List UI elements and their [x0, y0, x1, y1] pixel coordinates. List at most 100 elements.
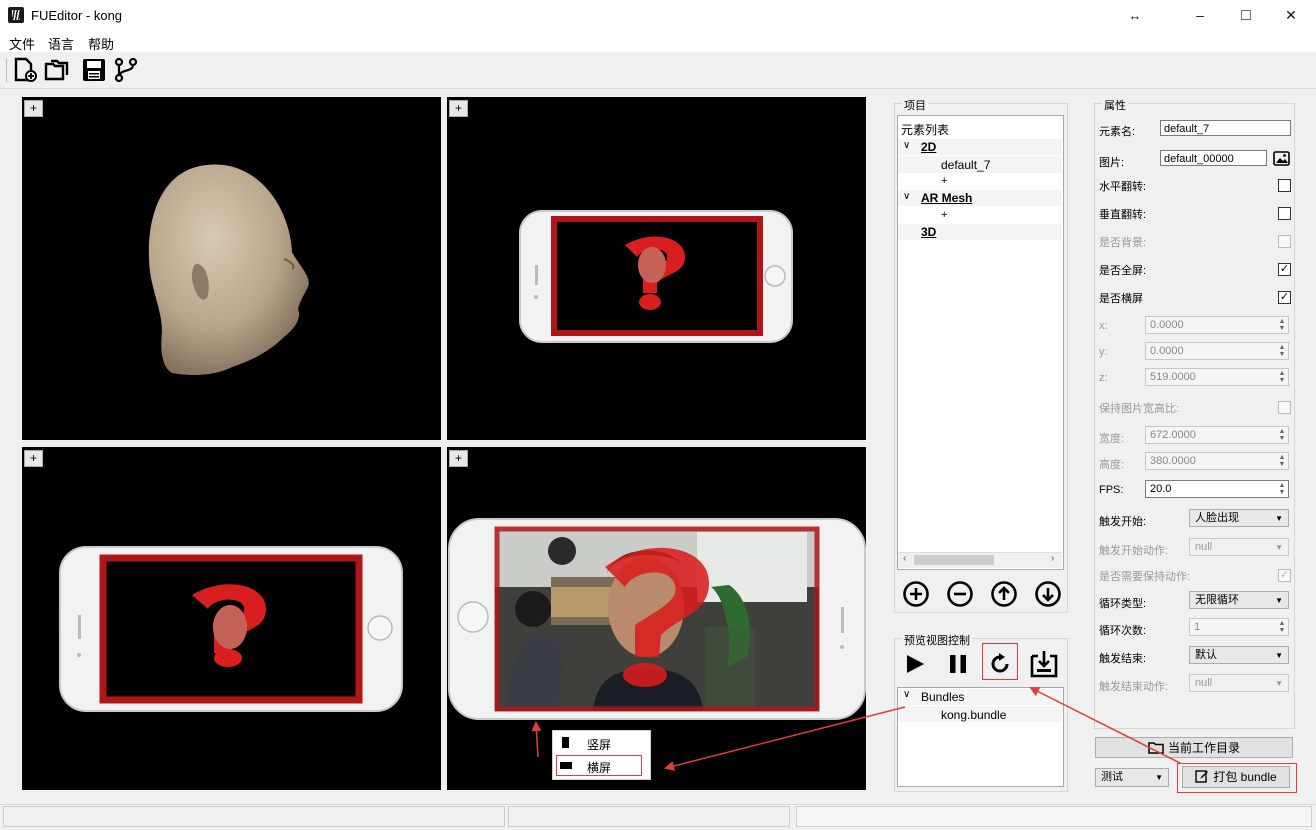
need-keep-action-checkbox[interactable]: ✓ — [1278, 569, 1291, 582]
is-background-label: 是否背景: — [1099, 237, 1147, 249]
fps-value: 20.0 — [1150, 483, 1172, 495]
head-model-3d — [148, 164, 309, 375]
dropdown-arrow-icon: ▼ — [1275, 679, 1283, 688]
annotation-pack-box — [1177, 763, 1297, 793]
dropdown-arrow-icon: ▼ — [1275, 596, 1283, 605]
z-value: 519.0000 — [1150, 371, 1196, 383]
hflip-checkbox[interactable] — [1278, 179, 1291, 192]
workdir-button[interactable]: 当前工作目录 — [1095, 737, 1293, 758]
y-spinbox[interactable]: 0.0000 ▲ ▼ — [1145, 342, 1289, 360]
close-button[interactable]: ✕ — [1268, 0, 1314, 31]
loop-type-label: 循环类型: — [1099, 598, 1147, 610]
spin-arrows-icon[interactable]: ▲ ▼ — [1277, 318, 1287, 332]
fps-label: FPS: — [1099, 484, 1124, 496]
spin-arrows-icon[interactable]: ▲ ▼ — [1277, 482, 1287, 496]
menu-language[interactable]: 语言 — [48, 34, 74, 53]
branch-icon[interactable] — [112, 56, 140, 84]
spin-arrows-icon[interactable]: ▲ ▼ — [1277, 344, 1287, 358]
trigger-end-action-value: null — [1195, 677, 1213, 689]
viewport-add-button[interactable]: + — [449, 100, 468, 117]
trigger-start-select[interactable]: 人脸出现 ▼ — [1189, 509, 1289, 527]
status-segment — [3, 806, 505, 827]
trigger-end-action-select[interactable]: null ▼ — [1189, 674, 1289, 692]
minimize-button[interactable]: – — [1177, 0, 1223, 31]
is-landscape-checkbox[interactable]: ✓ — [1278, 291, 1291, 304]
play-icon[interactable] — [903, 652, 927, 676]
keep-ratio-checkbox[interactable] — [1278, 401, 1291, 414]
move-down-icon[interactable] — [1034, 580, 1062, 608]
scrollbar-thumb[interactable] — [914, 555, 994, 565]
image-picker-icon[interactable] — [1273, 150, 1290, 167]
bundle-item[interactable]: kong.bundle — [941, 708, 1006, 722]
loop-count-spinbox[interactable]: 1 ▲ ▼ — [1189, 618, 1289, 636]
tree-group-ar-mesh[interactable]: AR Mesh — [921, 191, 972, 205]
mode-select[interactable]: 测试 ▼ — [1095, 768, 1169, 787]
toolbar-grip — [6, 58, 7, 82]
bundles-header[interactable]: Bundles — [921, 690, 964, 704]
loop-type-select[interactable]: 无限循环 ▼ — [1189, 591, 1289, 609]
dropdown-arrow-icon: ▼ — [1275, 651, 1283, 660]
new-file-icon[interactable] — [11, 56, 39, 84]
trigger-start-action-label: 触发开始动作: — [1099, 545, 1169, 557]
scroll-right-icon[interactable]: › — [1051, 553, 1054, 564]
pause-icon[interactable] — [946, 652, 970, 676]
spin-arrows-icon[interactable]: ▲ ▼ — [1277, 454, 1287, 468]
move-up-icon[interactable] — [990, 580, 1018, 608]
viewport-top-right[interactable] — [447, 97, 866, 440]
height-spinbox[interactable]: 380.0000 ▲ ▼ — [1145, 452, 1289, 470]
expand-arrow-icon[interactable]: ∨ — [903, 191, 910, 202]
is-background-checkbox[interactable] — [1278, 235, 1291, 248]
viewport-bottom-left[interactable] — [22, 447, 441, 790]
trigger-start-value: 人脸出现 — [1195, 512, 1239, 524]
expand-arrow-icon[interactable]: ∨ — [903, 140, 910, 151]
remove-circle-icon[interactable] — [946, 580, 974, 608]
expand-arrow-icon[interactable]: ∨ — [903, 689, 910, 700]
export-icon[interactable] — [1028, 648, 1060, 680]
height-label: 高度: — [1099, 459, 1125, 471]
trigger-end-select[interactable]: 默认 ▼ — [1189, 646, 1289, 664]
scroll-left-icon[interactable]: ‹ — [903, 553, 906, 564]
save-icon[interactable] — [80, 56, 108, 84]
is-fullscreen-checkbox[interactable]: ✓ — [1278, 263, 1291, 276]
viewport-add-button[interactable]: + — [449, 450, 468, 467]
tree-add-ar-mesh[interactable]: + — [941, 209, 947, 221]
add-circle-icon[interactable] — [902, 580, 930, 608]
loop-count-label: 循环次数: — [1099, 625, 1147, 637]
toolbar — [0, 52, 1316, 89]
trigger-start-action-select[interactable]: null ▼ — [1189, 538, 1289, 556]
viewport-bottom-right[interactable] — [447, 447, 866, 790]
width-spinbox[interactable]: 672.0000 ▲ ▼ — [1145, 426, 1289, 444]
spin-arrows-icon[interactable]: ▲ ▼ — [1277, 370, 1287, 384]
tree-group-2d[interactable]: 2D — [921, 140, 936, 154]
y-value: 0.0000 — [1150, 345, 1184, 357]
project-group-title: 项目 — [902, 97, 928, 113]
x-spinbox[interactable]: 0.0000 ▲ ▼ — [1145, 316, 1289, 334]
preview-control-title: 预览视图控制 — [902, 632, 972, 648]
tree-item-default-7[interactable]: default_7 — [941, 158, 990, 172]
vflip-checkbox[interactable] — [1278, 207, 1291, 220]
z-spinbox[interactable]: 519.0000 ▲ ▼ — [1145, 368, 1289, 386]
menu-help[interactable]: 帮助 — [88, 34, 114, 53]
properties-title: 属性 — [1102, 97, 1128, 113]
element-tree[interactable] — [897, 115, 1064, 570]
tree-add-2d[interactable]: + — [941, 175, 947, 187]
need-keep-action-label: 是否需要保持动作: — [1099, 571, 1191, 583]
element-name-input[interactable]: default_7 — [1160, 120, 1291, 136]
viewport-add-button[interactable]: + — [24, 450, 43, 467]
annotation-rotate-box — [982, 643, 1018, 680]
fps-spinbox[interactable]: 20.0 ▲ ▼ — [1145, 480, 1289, 498]
maximize-button[interactable]: □ — [1223, 0, 1269, 31]
phone-preview-camera — [448, 518, 866, 720]
trigger-end-value: 默认 — [1195, 649, 1217, 661]
menu-item-portrait[interactable]: 竖屏 — [587, 736, 611, 753]
z-label: z: — [1099, 372, 1108, 384]
menu-file[interactable]: 文件 — [9, 34, 35, 53]
spin-arrows-icon[interactable]: ▲ ▼ — [1277, 620, 1287, 634]
image-input[interactable]: default_00000 — [1160, 150, 1267, 166]
menu-bar — [0, 31, 1316, 52]
viewport-top-left[interactable] — [22, 97, 441, 440]
tree-group-3d[interactable]: 3D — [921, 225, 936, 239]
open-folder-icon[interactable] — [43, 56, 71, 84]
viewport-add-button[interactable]: + — [24, 100, 43, 117]
spin-arrows-icon[interactable]: ▲ ▼ — [1277, 428, 1287, 442]
